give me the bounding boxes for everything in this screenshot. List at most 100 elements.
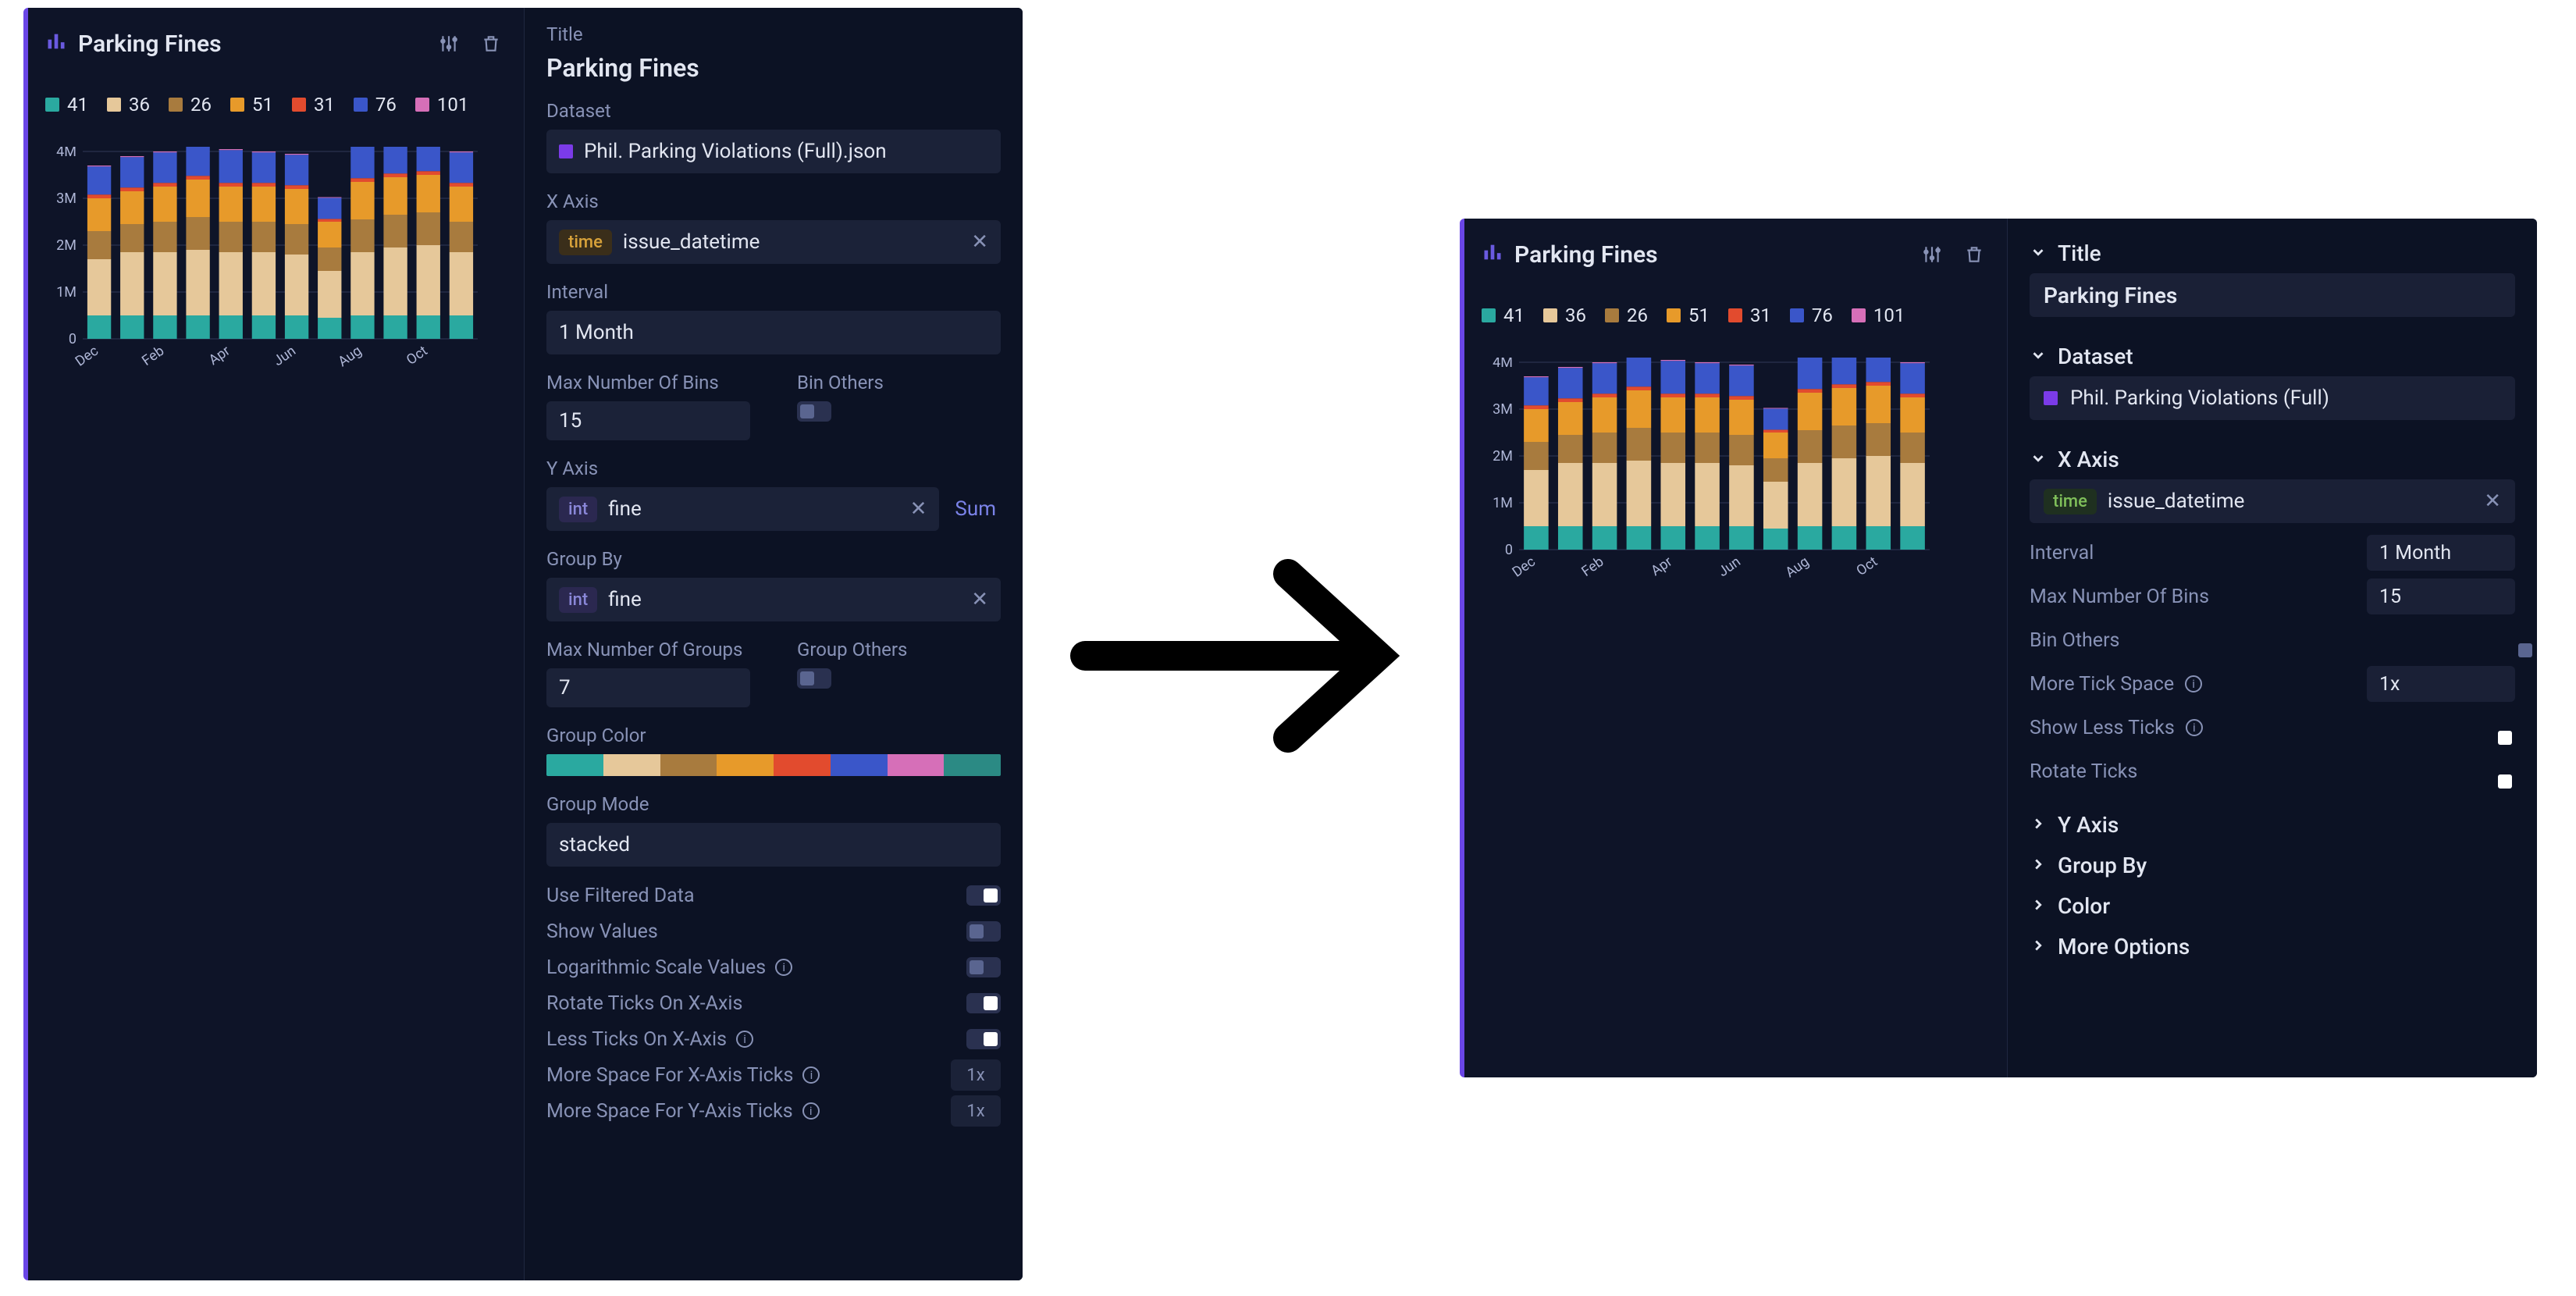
info-icon[interactable]: i [802,1066,820,1084]
svg-text:Apr: Apr [206,343,233,369]
legend-item[interactable]: 26 [169,94,212,116]
groupby-type-chip: int [559,587,597,613]
yaxis-field[interactable]: int fine ✕ [546,487,939,531]
legend-label: 51 [252,94,273,116]
label-yaxis: Y Axis [546,458,1001,479]
info-icon[interactable]: i [2185,675,2202,693]
opt-yspace-value[interactable]: 1x [951,1095,1001,1127]
binothers-toggle[interactable] [797,401,831,422]
legend-item[interactable]: 26 [1605,304,1648,326]
svg-text:0: 0 [1505,542,1513,558]
label-groupby: Group By [546,548,1001,570]
chevron-down-icon [2030,240,2047,266]
groupby-clear-icon[interactable]: ✕ [971,588,988,611]
legend-label: 76 [375,94,397,116]
xaxis-field[interactable]: time issue_datetime ✕ [546,220,1001,264]
chevron-down-icon [2030,344,2047,369]
info-icon[interactable]: i [775,959,792,976]
groupmode-field[interactable]: stacked [546,823,1001,867]
legend-item[interactable]: 36 [1543,304,1586,326]
xaxis-field[interactable]: time issue_datetime ✕ [2030,479,2515,523]
groupothers-toggle[interactable] [797,668,831,689]
yaxis-aggregation[interactable]: Sum [950,497,1001,521]
settings-sliders-icon[interactable] [1916,239,1948,270]
trash-icon[interactable] [1959,239,1990,270]
section-yaxis-header[interactable]: Y Axis [2030,804,2515,845]
settings-sliders-icon[interactable] [433,28,464,59]
opt-show-values-label: Show Values [546,920,658,943]
maxgroups-field[interactable]: 7 [546,668,750,707]
section-groupby-header[interactable]: Group By [2030,845,2515,885]
chevron-right-icon [2030,893,2047,919]
svg-text:Aug: Aug [335,343,365,370]
prop-rotate-label: Rotate Ticks [2030,760,2137,783]
opt-less-ticks-toggle[interactable] [966,1029,1001,1049]
legend-label: 31 [1750,304,1771,326]
legend-item[interactable]: 76 [1790,304,1833,326]
prop-maxbins: Max Number Of Bins 15 [2030,575,2515,618]
section-xaxis-header[interactable]: X Axis [2030,439,2515,479]
xaxis-type-chip: time [2044,489,2097,514]
section-dataset-label: Dataset [2058,344,2133,369]
prop-interval: Interval 1 Month [2030,531,2515,575]
info-icon[interactable]: i [802,1102,820,1120]
svg-text:Feb: Feb [139,343,167,369]
chart-title: Parking Fines [78,30,222,58]
legend-label: 36 [129,94,150,116]
maxbins-field[interactable]: 15 [546,401,750,440]
prop-tickspace-value[interactable]: 1x [2367,666,2515,702]
dataset-value: Phil. Parking Violations (Full) [2070,386,2329,410]
section-dataset-header[interactable]: Dataset [2030,336,2515,376]
opt-xspace-value[interactable]: 1x [951,1059,1001,1091]
label-interval: Interval [546,281,1001,303]
groupby-field[interactable]: int fine ✕ [546,578,1001,621]
opt-use-filtered-toggle[interactable] [966,885,1001,906]
legend-label: 101 [1873,304,1905,326]
label-binothers: Bin Others [797,372,1001,393]
legend-item[interactable]: 51 [230,94,273,116]
chart-legend: 41 36 26 51 31 76 101 [45,94,507,116]
bar-chart-icon [45,30,67,58]
prop-maxbins-label: Max Number Of Bins [2030,586,2209,608]
label-groupcolor: Group Color [546,725,1001,746]
info-icon[interactable]: i [736,1031,753,1048]
prop-maxbins-value[interactable]: 15 [2367,579,2515,614]
legend-item[interactable]: 31 [1728,304,1771,326]
opt-log-scale-toggle[interactable] [966,957,1001,977]
legend-item[interactable]: 41 [45,94,88,116]
legend-item[interactable]: 41 [1482,304,1525,326]
svg-text:Oct: Oct [1853,554,1880,579]
opt-log-scale: Logarithmic Scale Values i [546,949,1001,985]
prop-tickspace-label: More Tick Space [2030,673,2174,696]
legend-item[interactable]: 31 [292,94,335,116]
opt-rotate-ticks-toggle[interactable] [966,993,1001,1013]
section-color-header[interactable]: Color [2030,885,2515,926]
opt-less-ticks-label: Less Ticks On X-Axis [546,1028,727,1051]
svg-text:2M: 2M [1493,448,1513,465]
opt-show-values-toggle[interactable] [966,921,1001,942]
section-title-header[interactable]: Title [2030,233,2515,273]
yaxis-clear-icon[interactable]: ✕ [910,497,927,521]
section-more-header[interactable]: More Options [2030,926,2515,967]
legend-item[interactable]: 76 [354,94,397,116]
section-xaxis-label: X Axis [2058,447,2119,472]
title-value[interactable]: Parking Fines [546,53,1001,83]
legend-item[interactable]: 101 [415,94,468,116]
xaxis-clear-icon[interactable]: ✕ [2484,490,2501,513]
prop-interval-value[interactable]: 1 Month [2367,535,2515,571]
title-input[interactable]: Parking Fines [2030,273,2515,317]
xaxis-clear-icon[interactable]: ✕ [971,230,988,254]
info-icon[interactable]: i [2186,719,2203,736]
dataset-field[interactable]: Phil. Parking Violations (Full) [2030,376,2515,420]
dataset-field[interactable]: Phil. Parking Violations (Full).json [546,130,1001,173]
legend-item[interactable]: 51 [1667,304,1710,326]
legend-item[interactable]: 36 [107,94,150,116]
opt-rotate-ticks-label: Rotate Ticks On X-Axis [546,992,742,1015]
prop-lessticks: Show Less Ticks i [2030,706,2515,749]
color-palette[interactable] [546,754,1001,776]
interval-field[interactable]: 1 Month [546,311,1001,354]
maxbins-value: 15 [559,409,582,433]
legend-item[interactable]: 101 [1852,304,1905,326]
legend-label: 76 [1812,304,1833,326]
trash-icon[interactable] [475,28,507,59]
